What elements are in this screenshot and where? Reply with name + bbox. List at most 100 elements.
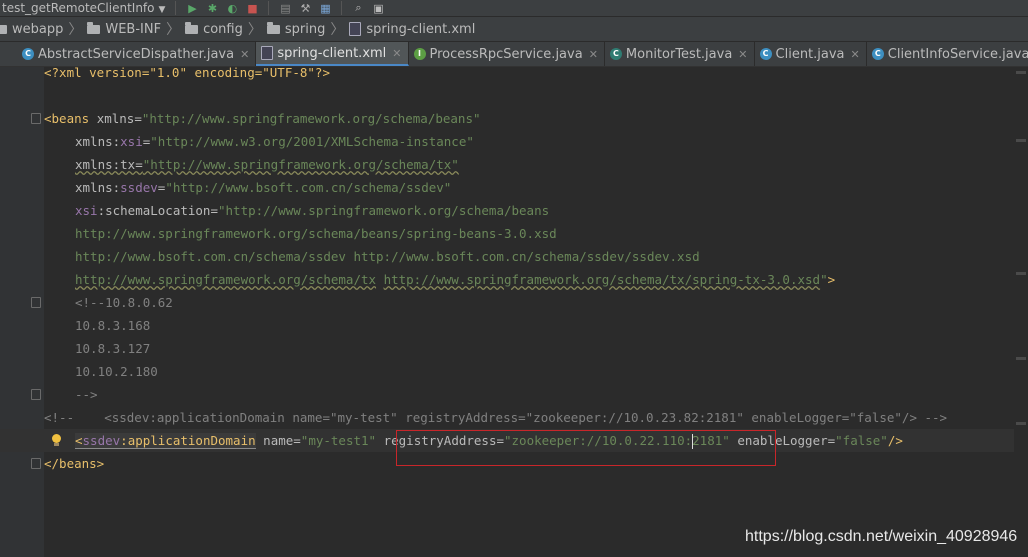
toolbar-separator [341, 1, 343, 15]
editor-scrollbar[interactable] [1014, 67, 1028, 557]
xml-declaration: <?xml version="1.0" encoding="UTF-8"?> [44, 65, 330, 80]
close-icon[interactable]: ✕ [589, 48, 598, 61]
scroll-marker [1016, 139, 1026, 142]
beans-tag: <beans [44, 111, 97, 126]
attr-value: "false" [835, 433, 888, 448]
run-icon[interactable]: ▶ [183, 2, 201, 15]
folder-icon [0, 24, 7, 34]
highlight-annotation-box [396, 430, 776, 466]
beans-close-tag: </beans> [44, 456, 105, 471]
comment: --> [75, 387, 98, 402]
comment: <!--10.8.0.62 [75, 295, 173, 310]
tab-label: ProcessRpcService.java [429, 46, 583, 62]
lightbulb-icon[interactable] [51, 434, 61, 446]
attr-name: xmlns: [75, 134, 121, 149]
tab-label: MonitorTest.java [625, 46, 733, 62]
watermark: https://blog.csdn.net/weixin_40928946 [745, 528, 1018, 545]
coverage-icon[interactable]: ◐ [223, 2, 241, 15]
fold-marker-icon[interactable] [31, 113, 41, 124]
interface-icon: I [413, 48, 426, 60]
attr-value: http://www.bsoft.com.cn/schema/ssdev htt… [75, 249, 700, 264]
breadcrumb-item-spring[interactable]: spring [266, 21, 326, 37]
code-line: http://www.bsoft.com.cn/schema/ssdev htt… [0, 245, 1028, 268]
chevron-down-icon: ▼ [158, 5, 166, 15]
code-line: <?xml version="1.0" encoding="UTF-8"?> [0, 61, 1028, 84]
tab-label: AbstractServiceDispather.java [38, 46, 235, 62]
folder-icon [185, 21, 199, 34]
breadcrumb-item-config[interactable]: config [185, 21, 243, 37]
chevron-right-icon: 〉 [330, 22, 345, 38]
build-icon[interactable]: ▤ [276, 2, 294, 15]
comment: 10.8.3.168 [75, 318, 151, 333]
namespace-prefix: ssdev [82, 433, 121, 449]
structure-icon[interactable]: ▦ [316, 2, 334, 15]
code-line: <!--10.8.0.62 [0, 291, 1028, 314]
breadcrumb-label: spring-client.xml [366, 21, 476, 37]
layout-icon[interactable]: ▣ [369, 2, 387, 15]
scroll-marker [1016, 71, 1026, 74]
stop-icon[interactable]: ■ [243, 2, 261, 15]
close-icon[interactable]: ✕ [851, 48, 860, 61]
breadcrumb-item-webapp[interactable]: webapp [0, 22, 63, 37]
folder-icon [87, 21, 101, 34]
class-icon: C [759, 48, 772, 60]
attr-value: http://www.springframework.org/schema/be… [75, 226, 557, 241]
attr-value-quote: " [820, 272, 828, 287]
debug-icon[interactable]: ✱ [203, 2, 221, 15]
breadcrumb-label: WEB-INF [105, 21, 162, 37]
tab-label: Client.java [775, 46, 845, 62]
main-toolbar: test_getRemoteClientInfo ▼ ▶ ✱ ◐ ■ ▤ ⚒ ▦ … [0, 0, 1028, 16]
xml-file-icon [261, 46, 274, 60]
close-icon[interactable]: ✕ [240, 48, 249, 61]
attr-name: xmlns:tx= [75, 157, 143, 172]
code-line: http://www.springframework.org/schema/be… [0, 222, 1028, 245]
tag-close: > [827, 272, 836, 287]
attr-value: "my-test1" [300, 433, 377, 448]
namespace-prefix: xsi [120, 134, 143, 149]
code-line: xmlns:ssdev="http://www.bsoft.com.cn/sch… [0, 176, 1028, 199]
breadcrumb-label: config [203, 21, 243, 37]
search-icon[interactable]: ⌕ [349, 1, 367, 15]
attr-value: "http://www.springframework.org/schema/b… [141, 111, 481, 126]
comment: <!-- <ssdev:applicationDomain name="my-t… [44, 410, 948, 425]
comment: 10.10.2.180 [75, 364, 158, 379]
attr-value: http://www.springframework.org/schema/tx [75, 272, 377, 287]
code-line: http://www.springframework.org/schema/tx… [0, 268, 1028, 291]
scroll-marker [1016, 357, 1026, 360]
scroll-marker [1016, 422, 1026, 425]
code-line: 10.10.2.180 [0, 360, 1028, 383]
run-configuration-selector[interactable]: test_getRemoteClientInfo ▼ [0, 1, 169, 15]
code-editor[interactable]: <?xml version="1.0" encoding="UTF-8"?> <… [0, 65, 1028, 557]
fold-marker-icon[interactable] [31, 389, 41, 400]
breadcrumb: webapp 〉 WEB-INF 〉 config 〉 spring 〉 spr… [0, 17, 1028, 42]
attr-value: "http://www.springframework.org/schema/b… [218, 203, 550, 218]
comment: 10.8.3.127 [75, 341, 151, 356]
fold-marker-icon[interactable] [31, 297, 41, 308]
code-line: xsi:schemaLocation="http://www.springfra… [0, 199, 1028, 222]
attr-name: xmlns= [96, 111, 142, 126]
tag-open: < [75, 433, 83, 449]
attr-value: http://www.springframework.org/schema/tx… [383, 272, 821, 287]
code-line: 10.8.3.127 [0, 337, 1028, 360]
chevron-right-icon: 〉 [166, 22, 181, 38]
wrench-icon[interactable]: ⚒ [296, 2, 314, 15]
attr-value: "http://www.w3.org/2001/XMLSchema-instan… [150, 134, 474, 149]
close-icon[interactable]: ✕ [738, 48, 747, 61]
close-icon[interactable]: ✕ [392, 47, 401, 60]
breadcrumb-label: webapp [12, 21, 64, 37]
chevron-right-icon: 〉 [68, 22, 83, 38]
breadcrumb-item-spring-client-xml[interactable]: spring-client.xml [349, 22, 475, 37]
code-line: <beans xmlns="http://www.springframework… [0, 107, 1028, 130]
fold-marker-icon[interactable] [31, 458, 41, 469]
tab-label: ClientInfoService.java [887, 46, 1028, 62]
test-class-icon: C [609, 48, 622, 60]
chevron-right-icon: 〉 [247, 22, 262, 38]
code-line: --> [0, 383, 1028, 406]
attr-name: name= [255, 433, 301, 448]
attr-value: "http://www.bsoft.com.cn/schema/ssdev" [165, 180, 452, 195]
toolbar-separator [268, 1, 270, 15]
xml-file-icon [349, 22, 362, 36]
breadcrumb-label: spring [284, 21, 326, 37]
class-icon: C [871, 48, 884, 60]
breadcrumb-item-web-inf[interactable]: WEB-INF [87, 21, 162, 37]
